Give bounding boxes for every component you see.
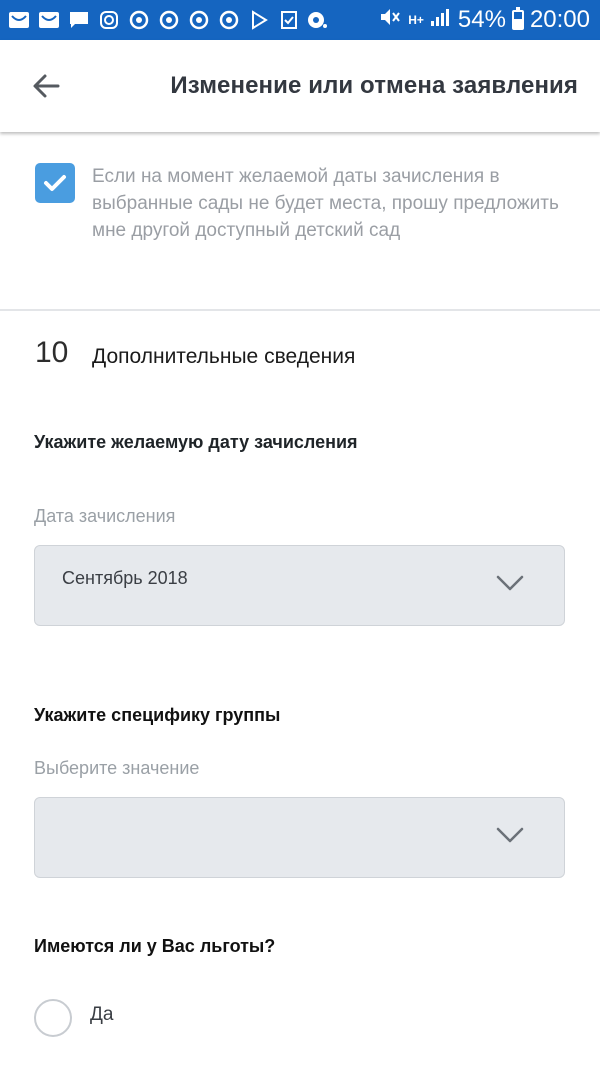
chat-icon	[68, 9, 90, 31]
group-specifics-label: Выберите значение	[34, 758, 200, 778]
battery-percent: 54%	[457, 6, 506, 33]
checkbox-label: Если на момент желаемой даты зачисления …	[92, 166, 559, 241]
chrome-icon	[128, 9, 150, 31]
mail-icon	[8, 9, 30, 31]
mute-icon	[378, 6, 402, 35]
enrollment-date-select[interactable]: Сентябрь 2018	[34, 545, 565, 626]
back-button[interactable]	[28, 68, 64, 104]
enrollment-date-value: Сентябрь 2018	[62, 568, 188, 588]
divider	[0, 309, 600, 311]
alternative-kindergarten-checkbox[interactable]	[35, 163, 75, 203]
chrome-icon	[218, 9, 240, 31]
checkmark-icon	[44, 175, 66, 191]
chevron-down-icon	[496, 575, 524, 591]
chrome-icon	[188, 9, 210, 31]
benefits-yes-radio[interactable]	[34, 999, 72, 1037]
arrow-left-icon	[33, 74, 60, 98]
benefits-yes-label: Да	[90, 1004, 114, 1025]
chevron-down-icon	[496, 827, 524, 843]
status-right: H+ 54% 20:00	[378, 0, 590, 40]
enrollment-date-label: Дата зачисления	[34, 506, 176, 526]
status-bar: H+ 54% 20:00	[0, 0, 600, 40]
camera-icon	[306, 9, 328, 31]
signal-icon	[430, 6, 452, 35]
group-specifics-select[interactable]	[34, 797, 565, 878]
benefits-question: Имеются ли у Вас льготы?	[34, 936, 276, 956]
enrollment-date-question: Укажите желаемую дату зачисления	[34, 432, 358, 452]
play-store-icon	[248, 9, 270, 31]
chrome-icon	[158, 9, 180, 31]
clock: 20:00	[529, 6, 590, 33]
battery-icon	[511, 7, 524, 30]
app-bar: Изменение или отмена заявления	[0, 40, 600, 132]
mail-icon	[38, 9, 60, 31]
group-specifics-question: Укажите специфику группы	[34, 705, 281, 725]
checklist-icon	[278, 9, 300, 31]
network-type-icon: H+	[408, 13, 424, 27]
page-title: Изменение или отмена заявления	[170, 72, 578, 99]
section-title: Дополнительные сведения	[92, 345, 356, 368]
section-number: 10	[35, 336, 69, 369]
instagram-icon	[98, 9, 120, 31]
